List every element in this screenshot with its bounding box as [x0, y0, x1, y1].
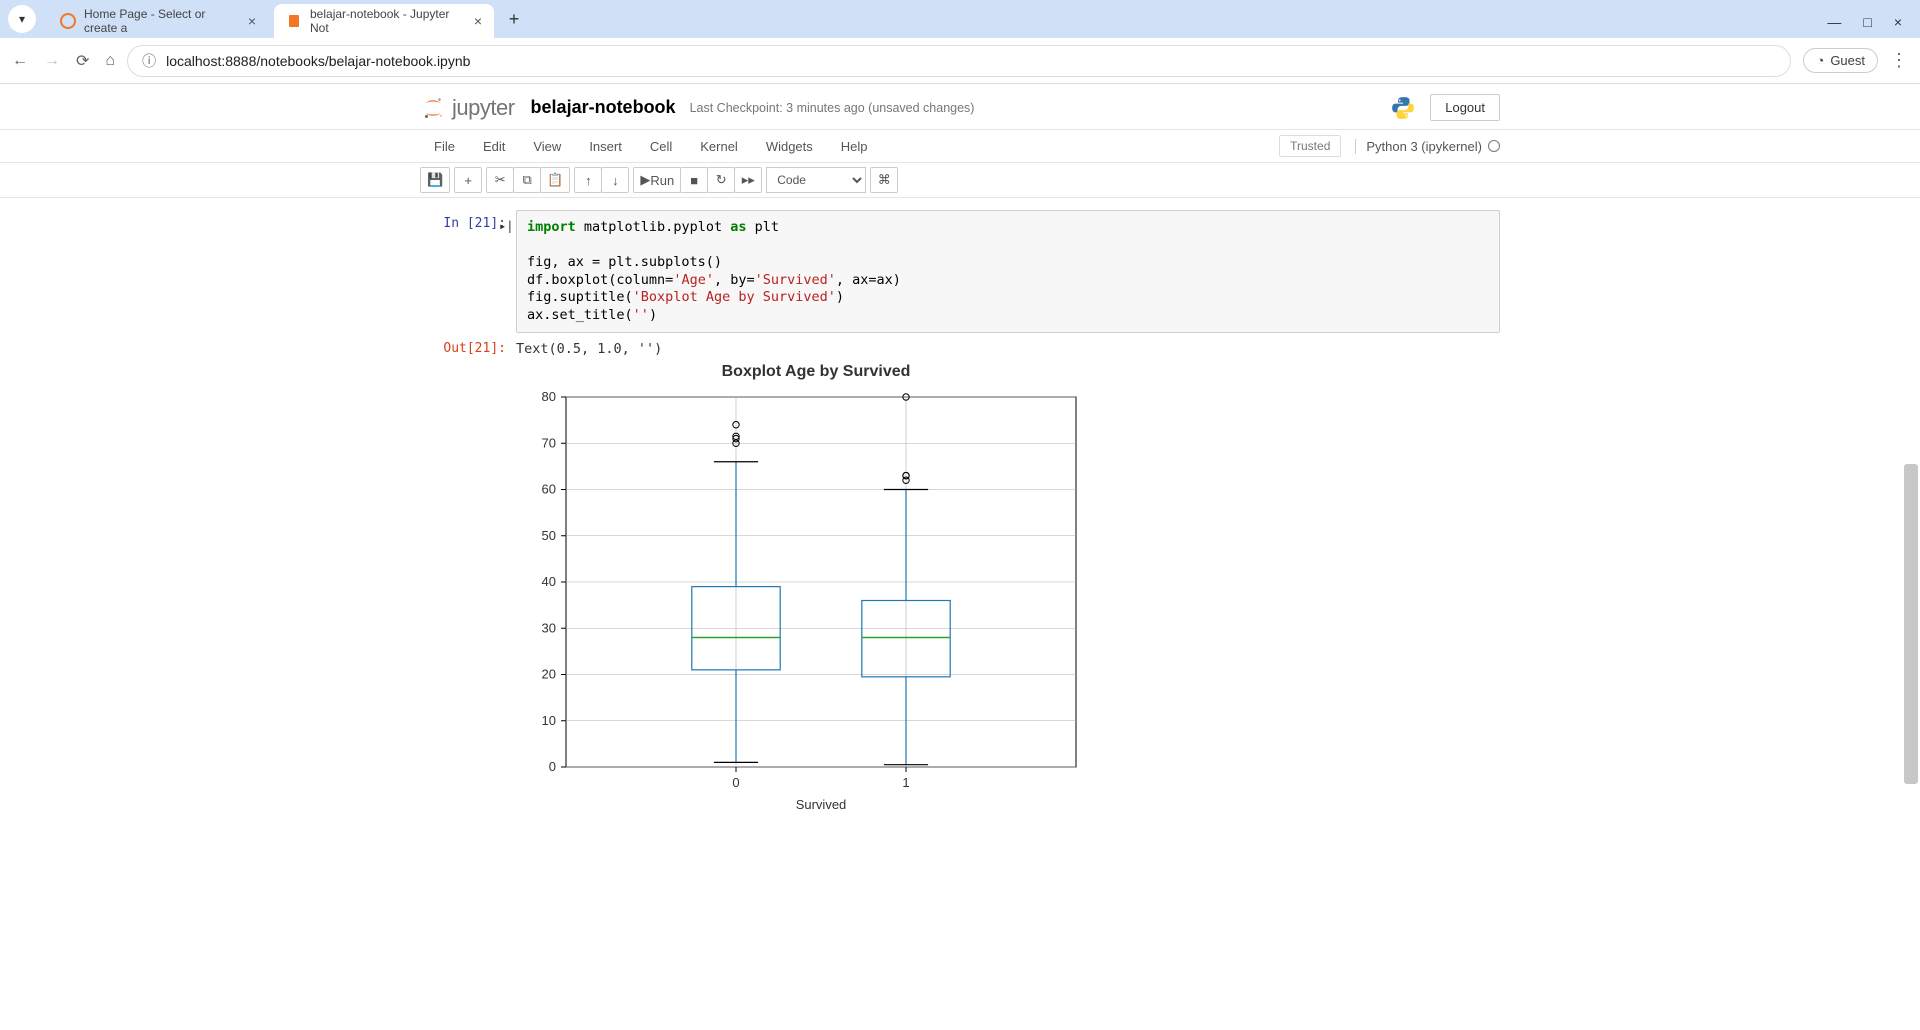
svg-text:1: 1 — [902, 775, 909, 790]
move-down-button[interactable]: ↓ — [601, 167, 629, 193]
browser-tab-1[interactable]: Home Page - Select or create a × — [48, 4, 268, 38]
notebook-name[interactable]: belajar-notebook — [531, 97, 676, 118]
svg-text:10: 10 — [542, 713, 556, 728]
python-logo-icon — [1390, 95, 1416, 121]
jupyter-favicon-icon — [60, 13, 76, 29]
output-cell: Out[21]: Text(0.5, 1.0, '') — [420, 335, 1500, 357]
menubar: File Edit View Insert Cell Kernel Widget… — [400, 130, 1520, 162]
home-icon[interactable]: ⌂ — [105, 52, 115, 70]
jupyter-logo-icon — [420, 95, 446, 121]
kernel-name: Python 3 (ipykernel) — [1366, 139, 1482, 154]
jupyter-logo[interactable]: jupyter — [420, 95, 515, 121]
profile-label: Guest — [1830, 53, 1865, 68]
browser-tab-2[interactable]: belajar-notebook - Jupyter Not × — [274, 4, 494, 38]
run-cell-icon[interactable]: ▸| — [499, 219, 513, 235]
person-icon: ◔ — [1816, 53, 1824, 68]
menu-cell[interactable]: Cell — [636, 133, 686, 160]
close-window-icon[interactable]: × — [1894, 14, 1902, 30]
svg-text:0: 0 — [549, 759, 556, 774]
restart-run-all-button[interactable]: ▸▸ — [734, 167, 762, 193]
boxplot-chart: 0 10 20 30 40 50 60 70 80 0 1 Survived — [516, 387, 1116, 817]
logout-button[interactable]: Logout — [1430, 94, 1500, 121]
paste-button[interactable]: 📋 — [540, 167, 570, 193]
page-content: jupyter belajar-notebook Last Checkpoint… — [0, 84, 1920, 1030]
svg-text:70: 70 — [542, 436, 556, 451]
code-cell[interactable]: In [21]: ▸|import matplotlib.pyplot as p… — [420, 210, 1500, 333]
menu-file[interactable]: File — [420, 133, 469, 160]
scrollbar-thumb[interactable] — [1904, 464, 1918, 784]
restart-button[interactable]: ↻ — [707, 167, 735, 193]
svg-text:50: 50 — [542, 528, 556, 543]
address-bar: ← → ⟳ ⌂ ⓘ localhost:8888/notebooks/belaj… — [0, 38, 1920, 84]
notebook-area: In [21]: ▸|import matplotlib.pyplot as p… — [400, 198, 1520, 857]
svg-text:40: 40 — [542, 574, 556, 589]
new-tab-button[interactable]: + — [500, 5, 528, 33]
close-icon[interactable]: × — [248, 13, 256, 29]
svg-text:30: 30 — [542, 621, 556, 636]
menu-view[interactable]: View — [519, 133, 575, 160]
close-icon[interactable]: × — [474, 13, 482, 29]
add-cell-button[interactable]: + — [454, 167, 482, 193]
url-text: localhost:8888/notebooks/belajar-noteboo… — [166, 53, 470, 69]
cut-button[interactable]: ✂ — [486, 167, 514, 193]
trusted-indicator[interactable]: Trusted — [1279, 135, 1341, 157]
profile-button[interactable]: ◔ Guest — [1803, 48, 1878, 73]
kernel-indicator[interactable]: Python 3 (ipykernel) — [1355, 139, 1500, 154]
notebook-header: jupyter belajar-notebook Last Checkpoint… — [400, 84, 1520, 129]
svg-text:Survived: Survived — [796, 797, 847, 812]
tab-1-title: Home Page - Select or create a — [84, 7, 236, 35]
minimize-icon[interactable]: — — [1827, 14, 1841, 30]
output-text: Text(0.5, 1.0, '') — [516, 335, 1500, 357]
kernel-status-icon — [1488, 140, 1500, 152]
svg-text:80: 80 — [542, 389, 556, 404]
tab-search-button[interactable]: ▾ — [8, 5, 36, 33]
jupyter-logo-text: jupyter — [452, 95, 515, 121]
notebook-favicon-icon — [286, 13, 302, 29]
reload-icon[interactable]: ⟳ — [76, 51, 89, 71]
menu-widgets[interactable]: Widgets — [752, 133, 827, 160]
browser-tab-strip: ▾ Home Page - Select or create a × belaj… — [0, 0, 1920, 38]
run-button[interactable]: ▶ Run — [633, 167, 681, 193]
menu-insert[interactable]: Insert — [575, 133, 636, 160]
more-icon[interactable]: ⋮ — [1890, 50, 1908, 71]
copy-button[interactable]: ⧉ — [513, 167, 541, 193]
menu-kernel[interactable]: Kernel — [686, 133, 752, 160]
svg-text:60: 60 — [542, 482, 556, 497]
code-editor[interactable]: ▸|import matplotlib.pyplot as plt fig, a… — [516, 210, 1500, 333]
forward-icon[interactable]: → — [44, 52, 60, 70]
menu-edit[interactable]: Edit — [469, 133, 519, 160]
svg-text:0: 0 — [732, 775, 739, 790]
save-button[interactable]: 💾 — [420, 167, 450, 193]
toolbar: 💾 + ✂ ⧉ 📋 ↑ ↓ ▶ Run ■ ↻ ▸▸ Code ⌘ — [400, 163, 1520, 197]
command-palette-button[interactable]: ⌘ — [870, 167, 898, 193]
maximize-icon[interactable]: □ — [1863, 14, 1871, 30]
chart-title: Boxplot Age by Survived — [536, 363, 1096, 381]
cell-type-select[interactable]: Code — [766, 167, 866, 193]
svg-text:20: 20 — [542, 667, 556, 682]
tab-2-title: belajar-notebook - Jupyter Not — [310, 7, 462, 35]
checkpoint-status: Last Checkpoint: 3 minutes ago (unsaved … — [690, 101, 975, 115]
menu-help[interactable]: Help — [827, 133, 882, 160]
move-up-button[interactable]: ↑ — [574, 167, 602, 193]
interrupt-button[interactable]: ■ — [680, 167, 708, 193]
back-icon[interactable]: ← — [12, 52, 28, 70]
chart-output: Boxplot Age by Survived 0102030405060708… — [420, 363, 1500, 817]
url-input[interactable]: ⓘ localhost:8888/notebooks/belajar-noteb… — [127, 45, 1791, 77]
site-info-icon[interactable]: ⓘ — [142, 51, 156, 71]
output-prompt: Out[21]: — [420, 335, 516, 357]
